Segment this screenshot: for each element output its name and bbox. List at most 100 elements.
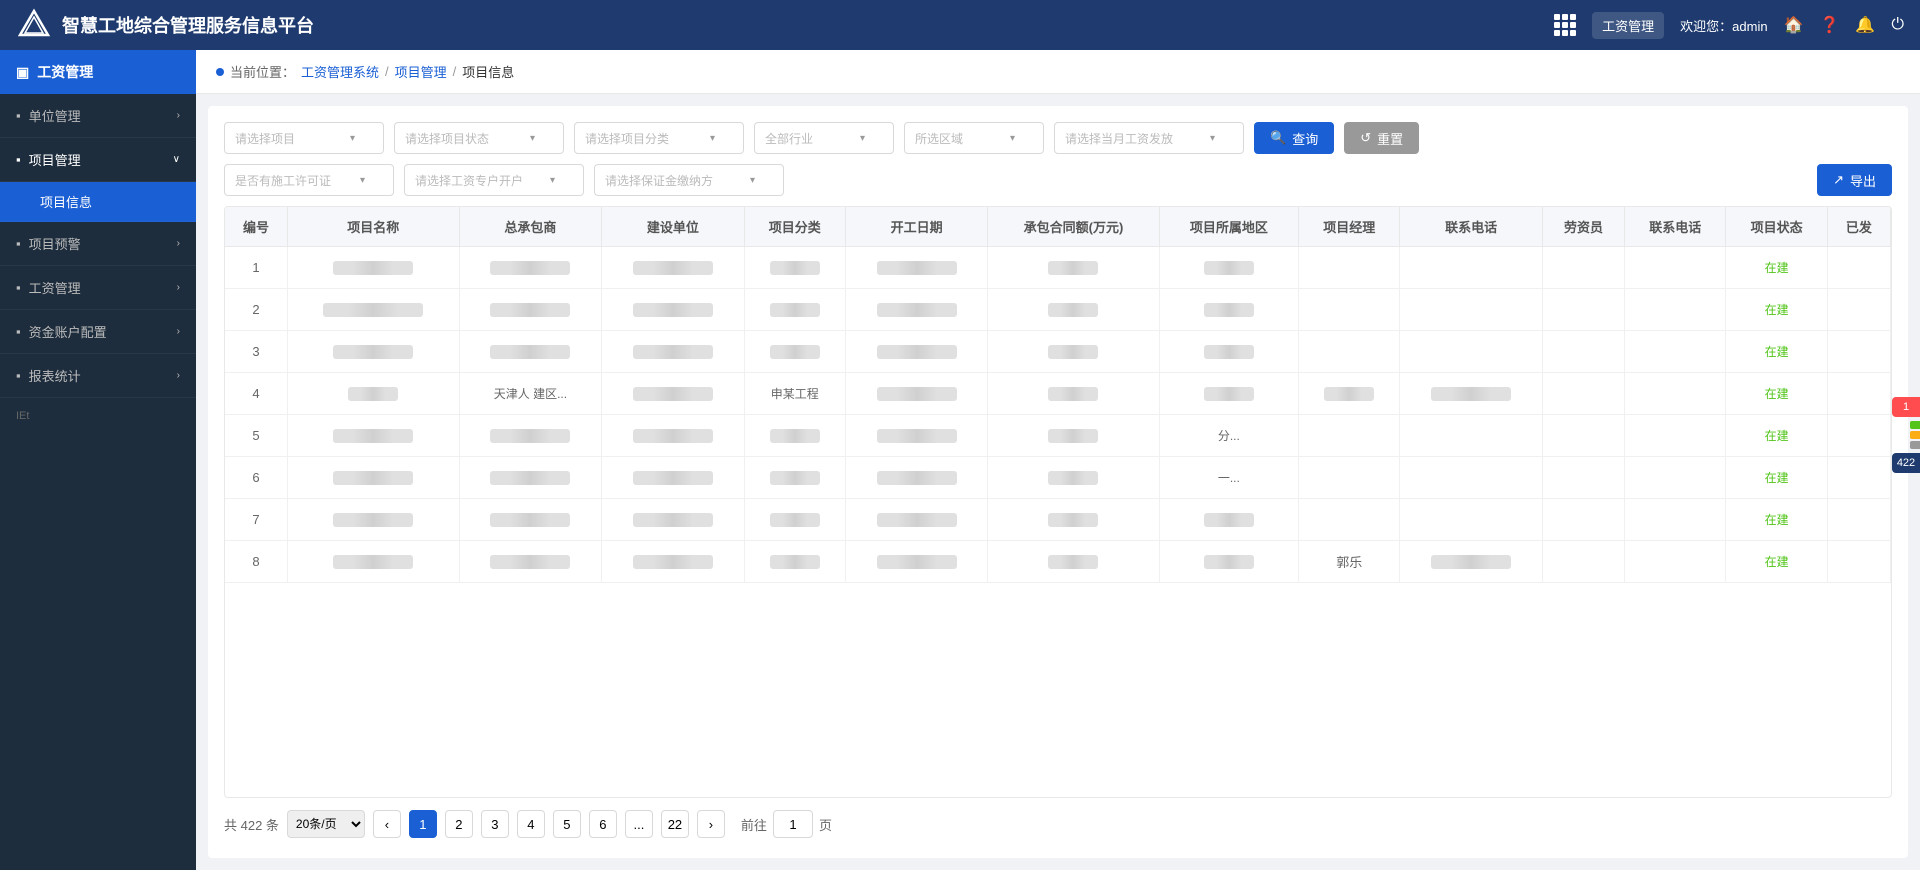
filter-salary-month[interactable]: 请选择当月工资发放 ▾ xyxy=(1054,122,1244,154)
page-2-button[interactable]: 2 xyxy=(445,810,473,838)
filter-status-chevron: ▾ xyxy=(530,133,535,144)
main-layout: ▣ 工资管理 ▪ 单位管理 › ▪ 项目管理 ∨ 项目信息 ▪ 项目预警 xyxy=(0,50,1920,870)
cell-contractor xyxy=(459,331,601,373)
search-icon: 🔍 xyxy=(1270,130,1286,146)
filter-salary-account[interactable]: 请选择工资专户开户 ▾ xyxy=(404,164,584,196)
cell-issued xyxy=(1827,331,1890,373)
filter-area[interactable]: 所选区域 ▾ xyxy=(904,122,1044,154)
cell-amount xyxy=(988,457,1159,499)
cell-labor-phone xyxy=(1625,331,1726,373)
page-size-select[interactable]: 20条/页 50条/页 100条/页 xyxy=(287,810,365,838)
filter-salary-month-text: 请选择当月工资发放 xyxy=(1065,130,1173,147)
cell-manager xyxy=(1299,289,1400,331)
app-grid-icon[interactable] xyxy=(1554,14,1576,36)
reset-icon: ↺ xyxy=(1360,130,1371,146)
filter-guarantee[interactable]: 请选择保证金缴纳方 ▾ xyxy=(594,164,784,196)
cell-manager xyxy=(1299,247,1400,289)
filter-salary-month-chevron: ▾ xyxy=(1210,133,1215,144)
cell-status: 在建 xyxy=(1726,541,1827,583)
cell-owner xyxy=(602,247,744,289)
cell-labor-phone xyxy=(1625,373,1726,415)
cell-start xyxy=(845,499,987,541)
cell-owner xyxy=(602,499,744,541)
col-start-date: 开工日期 xyxy=(845,207,987,247)
cell-phone xyxy=(1400,373,1542,415)
cell-amount xyxy=(988,289,1159,331)
cell-id: 4 xyxy=(225,373,287,415)
sidebar-item-project[interactable]: ▪ 项目管理 ∨ xyxy=(0,138,196,182)
cell-name xyxy=(287,541,459,583)
table-row: 2 在建 xyxy=(225,289,1891,331)
cell-amount xyxy=(988,541,1159,583)
breadcrumb-sep-1: / xyxy=(385,64,389,79)
bell-icon[interactable]: 🔔 xyxy=(1855,15,1875,35)
cell-id: 5 xyxy=(225,415,287,457)
goto-label: 前往 xyxy=(741,815,767,834)
cell-start xyxy=(845,289,987,331)
cell-labor-phone xyxy=(1625,499,1726,541)
col-manager: 项目经理 xyxy=(1299,207,1400,247)
filter-category[interactable]: 请选择项目分类 ▾ xyxy=(574,122,744,154)
export-button[interactable]: ↗ 导出 xyxy=(1817,164,1892,196)
query-label: 查询 xyxy=(1292,129,1318,148)
filter-guarantee-chevron: ▾ xyxy=(750,175,755,186)
sidebar-label-salary: 工资管理 xyxy=(29,278,81,297)
page-6-button[interactable]: 6 xyxy=(589,810,617,838)
app-title: 智慧工地综合管理服务信息平台 xyxy=(62,12,314,38)
cell-status: 在建 xyxy=(1726,331,1827,373)
cell-area xyxy=(1159,373,1299,415)
filter-area-text: 所选区域 xyxy=(915,130,963,147)
cell-manager xyxy=(1299,499,1400,541)
chevron-right-icon-3: › xyxy=(177,282,180,293)
breadcrumb-item-2[interactable]: 项目管理 xyxy=(395,62,447,81)
cell-status: 在建 xyxy=(1726,373,1827,415)
col-area: 项目所属地区 xyxy=(1159,207,1299,247)
help-icon[interactable]: ❓ xyxy=(1820,15,1840,35)
filter-status[interactable]: 请选择项目状态 ▾ xyxy=(394,122,564,154)
next-page-button[interactable]: › xyxy=(697,810,725,838)
cell-labor xyxy=(1542,247,1624,289)
reset-button[interactable]: ↺ 重置 xyxy=(1344,122,1419,154)
sidebar-item-report[interactable]: ▪ 报表统计 › xyxy=(0,354,196,398)
page-5-button[interactable]: 5 xyxy=(553,810,581,838)
page-1-button[interactable]: 1 xyxy=(409,810,437,838)
cell-manager xyxy=(1299,331,1400,373)
page-3-button[interactable]: 3 xyxy=(481,810,509,838)
filter-project[interactable]: 请选择项目 ▾ xyxy=(224,122,384,154)
cell-issued xyxy=(1827,415,1890,457)
sidebar-item-salary[interactable]: ▪ 工资管理 › xyxy=(0,266,196,310)
cell-amount xyxy=(988,415,1159,457)
sidebar-item-unit[interactable]: ▪ 单位管理 › xyxy=(0,94,196,138)
sidebar-item-project-warning[interactable]: ▪ 项目预警 › xyxy=(0,222,196,266)
col-name: 项目名称 xyxy=(287,207,459,247)
sidebar-item-account[interactable]: ▪ 资金账户配置 › xyxy=(0,310,196,354)
home-icon[interactable]: 🏠 xyxy=(1784,15,1804,35)
goto-input[interactable] xyxy=(773,810,813,838)
filter-salary-account-text: 请选择工资专户开户 xyxy=(415,172,523,189)
cell-manager xyxy=(1299,373,1400,415)
cell-manager xyxy=(1299,415,1400,457)
notification-badge[interactable]: 1 xyxy=(1892,397,1920,417)
sidebar-item-project-info[interactable]: 项目信息 xyxy=(0,182,196,222)
page-4-button[interactable]: 4 xyxy=(517,810,545,838)
cell-owner xyxy=(602,373,744,415)
data-table: 编号 项目名称 总承包商 建设单位 项目分类 开工日期 承包合同额(万元) 项目… xyxy=(225,207,1891,583)
cell-area xyxy=(1159,247,1299,289)
page-ellipsis[interactable]: ... xyxy=(625,810,653,838)
filter-industry[interactable]: 全部行业 ▾ xyxy=(754,122,894,154)
filter-permit[interactable]: 是否有施工许可证 ▾ xyxy=(224,164,394,196)
power-icon[interactable]: ⏻ xyxy=(1891,16,1904,34)
page-22-button[interactable]: 22 xyxy=(661,810,689,838)
cell-phone xyxy=(1400,541,1542,583)
salary-icon: ▣ xyxy=(16,64,29,81)
total-count-badge[interactable]: 422 xyxy=(1892,453,1920,473)
table-row: 8 郭乐 在建 xyxy=(225,541,1891,583)
prev-page-button[interactable]: ‹ xyxy=(373,810,401,838)
sidebar: ▣ 工资管理 ▪ 单位管理 › ▪ 项目管理 ∨ 项目信息 ▪ 项目预警 xyxy=(0,50,196,870)
cell-area xyxy=(1159,499,1299,541)
query-button[interactable]: 🔍 查询 xyxy=(1254,122,1334,154)
cell-issued xyxy=(1827,247,1890,289)
cell-phone xyxy=(1400,457,1542,499)
cell-category xyxy=(744,499,845,541)
breadcrumb-item-1[interactable]: 工资管理系统 xyxy=(301,62,379,81)
